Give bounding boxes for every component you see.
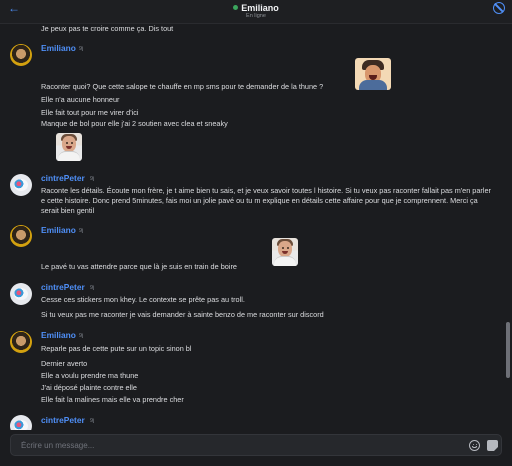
contact-name: Emiliano [241, 3, 279, 13]
message-time: 9j [79, 333, 84, 339]
chat-header: ← Emiliano En ligne [0, 0, 512, 24]
avatar[interactable] [10, 225, 32, 247]
sticker-image [56, 133, 82, 161]
message-text: Reparle pas de cette pute sur un topic s… [41, 344, 192, 353]
message-text: J'ai déposé plainte contre elle [41, 383, 137, 392]
online-status-dot [233, 5, 239, 10]
message-text: Raconte les détails. Écoute mon frère, j… [41, 186, 491, 215]
message-time: 9j [90, 418, 95, 424]
message-composer [10, 434, 502, 456]
message-author[interactable]: cintrePeter [41, 415, 85, 425]
scrollbar-thumb[interactable] [506, 322, 510, 378]
avatar[interactable] [10, 415, 32, 430]
message-author[interactable]: Emiliano [41, 43, 76, 53]
message-text: Le pavé tu vas attendre parce que là je … [41, 262, 237, 271]
message-author[interactable]: Emiliano [41, 330, 76, 340]
message-text: Elle fait la malines mais elle va prendr… [41, 395, 184, 404]
emoji-icon[interactable] [469, 440, 480, 451]
block-icon[interactable] [493, 2, 505, 14]
message-author[interactable]: cintrePeter [41, 173, 85, 183]
message-input[interactable] [11, 435, 461, 455]
avatar[interactable] [10, 331, 32, 353]
message-text: Dernier averto [41, 359, 88, 368]
message-text: Raconter quoi? Que cette salope te chauf… [41, 82, 324, 91]
avatar[interactable] [10, 174, 32, 196]
message-text: Cesse ces stickers mon khey. Le contexte… [41, 295, 245, 304]
message-author[interactable]: Emiliano [41, 225, 76, 235]
contact-status: En ligne [246, 13, 266, 19]
message-list[interactable]: Je peux pas te croire comme ça. Dis tout… [0, 24, 512, 430]
conversation-title: Emiliano [0, 3, 512, 13]
message-time: 9j [79, 46, 84, 52]
avatar[interactable] [10, 283, 32, 305]
message-text: Elle fait tout pour me virer d'ici [41, 108, 139, 117]
message-time: 9j [90, 176, 95, 182]
message-time: 9j [79, 228, 84, 234]
sticker-image [355, 58, 391, 90]
message-time: 9j [90, 285, 95, 291]
message-author[interactable]: cintrePeter [41, 282, 85, 292]
sticker-icon[interactable] [487, 440, 498, 451]
sticker-image [272, 238, 298, 266]
message-text: Si tu veux pas me raconter je vais deman… [41, 310, 324, 319]
message-text: Elle a voulu prendre ma thune [41, 371, 139, 380]
message-text: Manque de bol pour elle j'ai 2 soutien a… [41, 119, 228, 128]
message-text: Je peux pas te croire comme ça. Dis tout [41, 24, 174, 33]
message-text: Elle n'a aucune honneur [41, 95, 120, 104]
avatar[interactable] [10, 44, 32, 66]
